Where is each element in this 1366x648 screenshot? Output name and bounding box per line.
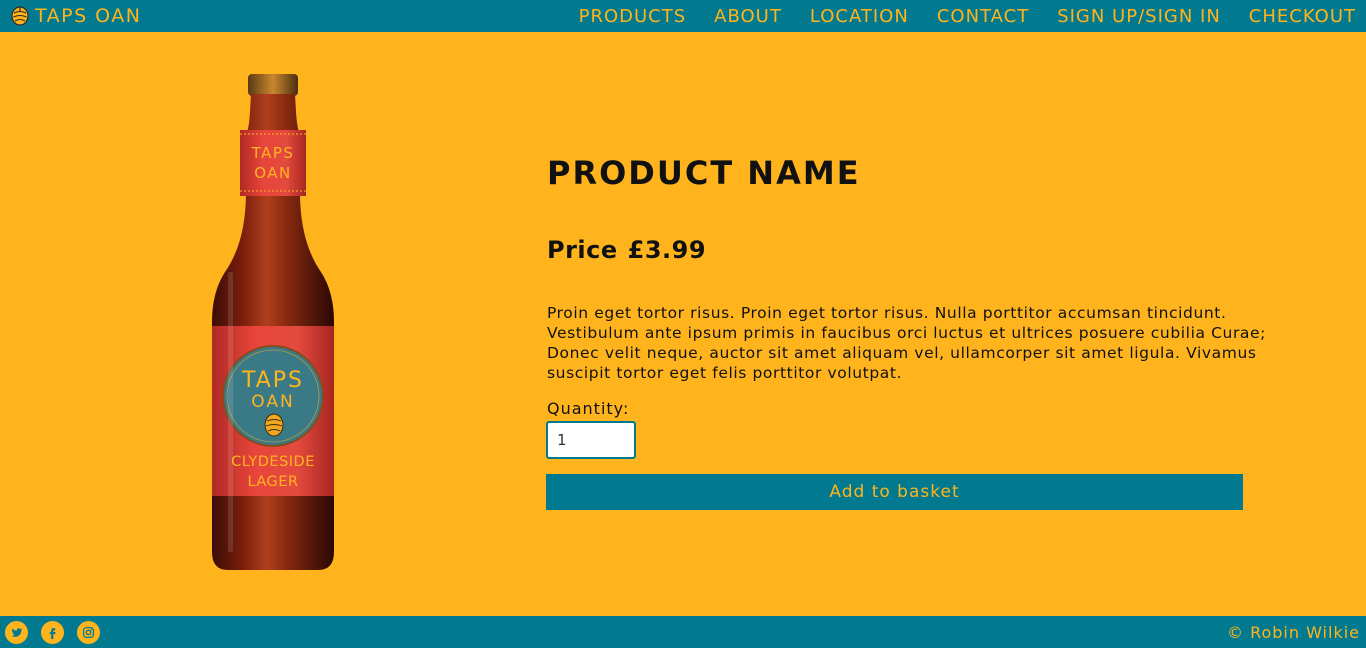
nav-item-about[interactable]: ABOUT xyxy=(714,6,782,27)
product-title: PRODUCT NAME xyxy=(547,154,861,192)
twitter-link[interactable] xyxy=(5,620,28,644)
badge-line1: TAPS xyxy=(241,368,304,393)
badge-hop-icon xyxy=(264,413,284,437)
quantity-label: Quantity: xyxy=(547,399,630,418)
twitter-icon xyxy=(11,627,23,637)
nav-item-location[interactable]: LOCATION xyxy=(810,6,909,27)
add-to-basket-button[interactable]: Add to basket xyxy=(546,474,1243,510)
hop-logo-icon xyxy=(11,6,29,26)
variety-line1: CLYDESIDE xyxy=(231,454,315,470)
social-links xyxy=(0,620,113,644)
quantity-input[interactable] xyxy=(546,421,636,459)
nav-item-sign-up-sign-in[interactable]: SIGN UP/SIGN IN xyxy=(1057,6,1221,27)
instagram-icon xyxy=(82,626,95,638)
price-value: £3.99 xyxy=(627,236,707,264)
nav-item-contact[interactable]: CONTACT xyxy=(937,6,1029,27)
facebook-link[interactable] xyxy=(41,620,64,644)
top-navigation-bar: TAPS OAN PRODUCTS ABOUT LOCATION CONTACT… xyxy=(0,0,1366,32)
neck-label-line2: OAN xyxy=(254,164,292,182)
badge-line2: OAN xyxy=(251,392,294,412)
price-label: Price xyxy=(547,236,618,264)
copyright-text: © Robin Wilkie xyxy=(1226,622,1360,642)
main-nav: PRODUCTS ABOUT LOCATION CONTACT SIGN UP/… xyxy=(551,6,1366,27)
nav-item-products[interactable]: PRODUCTS xyxy=(579,6,687,27)
facebook-icon xyxy=(49,627,56,639)
footer-bar: © Robin Wilkie xyxy=(0,616,1366,648)
beer-bottle-image: TAPS OAN TAPS OAN CLYDESIDE LAGER xyxy=(212,74,334,570)
variety-line2: LAGER xyxy=(247,474,298,490)
brand-name: TAPS OAN xyxy=(35,5,142,27)
instagram-link[interactable] xyxy=(77,620,100,644)
price-row: Price £3.99 xyxy=(547,236,706,264)
product-image: TAPS OAN TAPS OAN CLYDESIDE LAGER xyxy=(206,72,340,574)
nav-item-checkout[interactable]: CHECKOUT xyxy=(1249,6,1356,27)
neck-label-line1: TAPS xyxy=(251,144,295,162)
brand-link[interactable]: TAPS OAN xyxy=(0,5,142,27)
product-description: Proin eget tortor risus. Proin eget tort… xyxy=(547,304,1266,382)
